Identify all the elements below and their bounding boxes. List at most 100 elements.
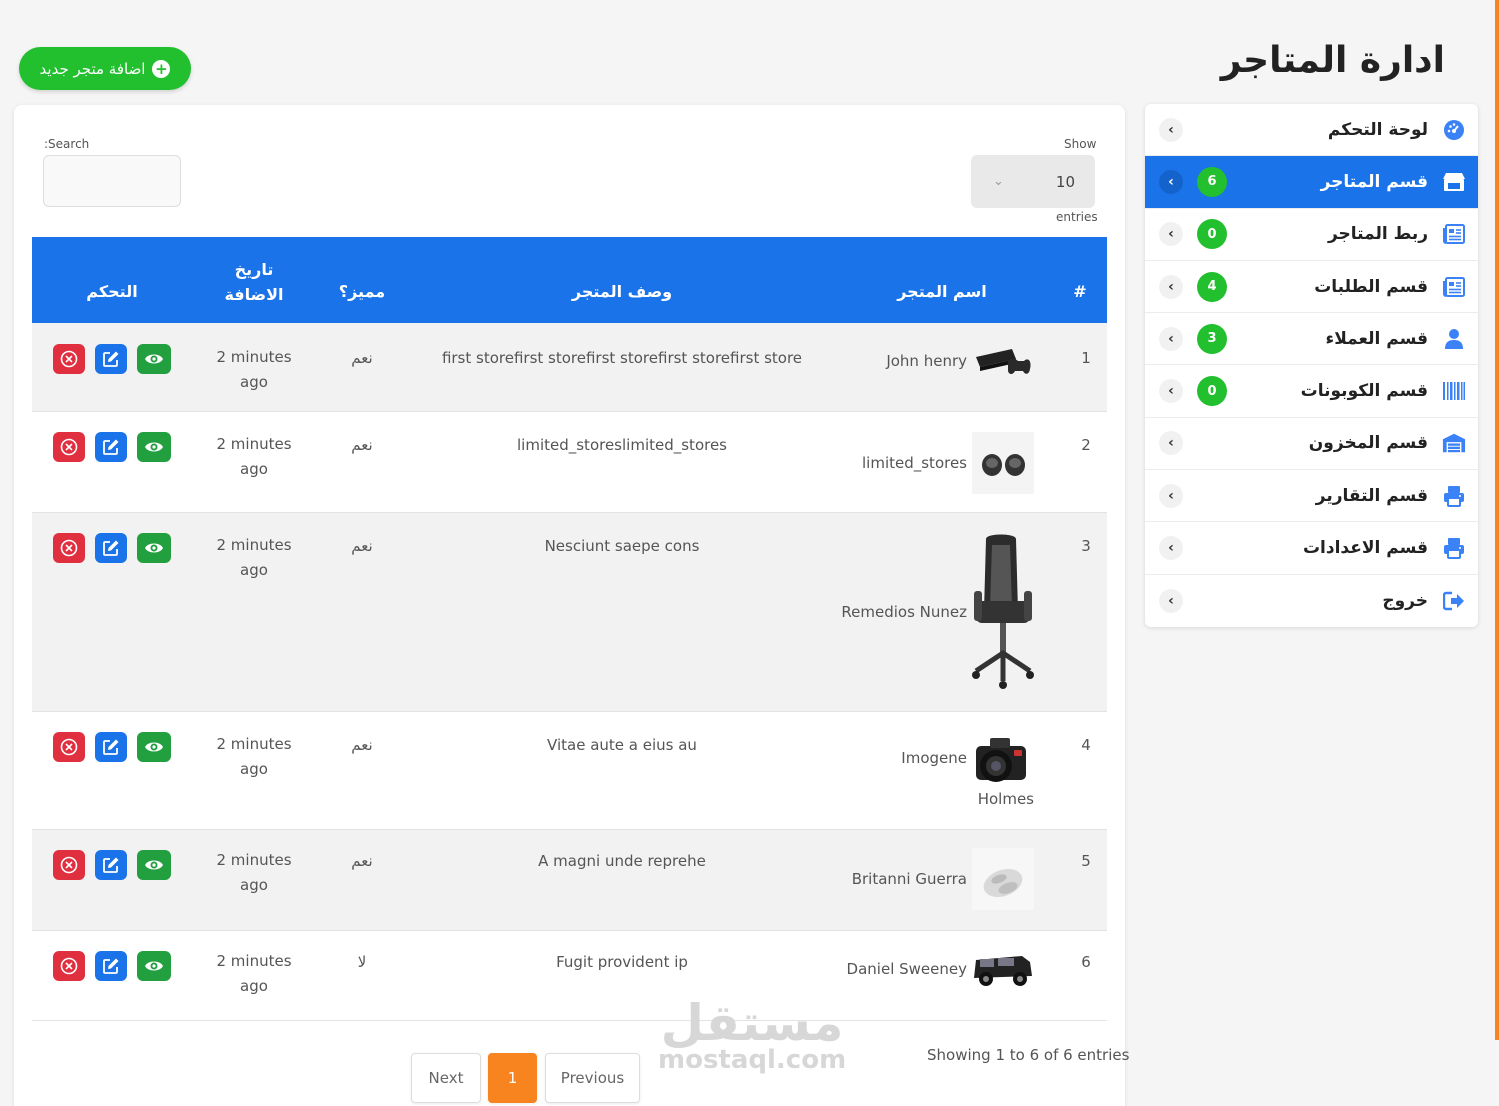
table-info: Showing 1 to 6 of 6 entries xyxy=(927,1046,1130,1064)
pagination-previous-button[interactable]: Previous xyxy=(545,1053,640,1103)
view-button[interactable] xyxy=(137,432,171,462)
row-actions xyxy=(53,344,171,374)
date-added-line2: ago xyxy=(240,460,268,478)
print-icon xyxy=(1442,484,1466,508)
pagination-next-button[interactable]: Next xyxy=(411,1053,481,1103)
sidebar-item-label: خروج xyxy=(1382,590,1428,611)
edit-button[interactable] xyxy=(95,951,127,981)
delete-button[interactable] xyxy=(53,951,85,981)
count-badge: 0 xyxy=(1197,219,1227,250)
chevron-left-icon[interactable]: ‹ xyxy=(1159,483,1183,508)
sidebar-item-7[interactable]: ‹ قسم التقارير xyxy=(1145,470,1478,523)
sidebar-item-5[interactable]: ‹ 0 قسم الكوبونات xyxy=(1145,365,1478,418)
table-row: 4 Imogene Holmes Vitae aute a eius au نعم 2 m… xyxy=(32,712,1107,830)
edit-icon xyxy=(102,856,120,874)
eye-icon xyxy=(144,541,164,555)
sidebar-item-label: قسم الطلبات xyxy=(1314,276,1428,297)
chevron-left-icon[interactable]: ‹ xyxy=(1159,222,1183,247)
newspaper-icon xyxy=(1442,222,1466,246)
edit-button[interactable] xyxy=(95,533,127,563)
view-button[interactable] xyxy=(137,344,171,374)
delete-button[interactable] xyxy=(53,533,85,563)
sidebar-item-right: قسم المخزون xyxy=(1309,431,1466,455)
store-name: Remedios Nunez xyxy=(841,603,967,621)
store-image xyxy=(972,732,1034,788)
date-added: 2 minutes ago xyxy=(204,533,304,583)
sidebar-item-1[interactable]: ‹ 6 قسم المتاجر xyxy=(1145,156,1478,209)
user-icon xyxy=(1442,327,1466,351)
chevron-left-icon[interactable]: ‹ xyxy=(1159,588,1183,613)
date-added-line1: 2 minutes xyxy=(216,435,292,453)
sidebar-item-9[interactable]: ‹ خروج xyxy=(1145,575,1478,627)
sidebar-item-left: ‹ xyxy=(1159,117,1183,142)
delete-button[interactable] xyxy=(53,732,85,762)
sidebar-item-left: ‹ xyxy=(1159,536,1183,561)
edit-button[interactable] xyxy=(95,344,127,374)
delete-button[interactable] xyxy=(53,344,85,374)
chevron-left-icon[interactable]: ‹ xyxy=(1159,274,1183,299)
store-description: Nesciunt saepe cons xyxy=(544,537,700,555)
chevron-left-icon[interactable]: ‹ xyxy=(1159,536,1183,561)
header-date-line2: الاضافة xyxy=(224,285,284,304)
sidebar-item-left: ‹ xyxy=(1159,431,1183,456)
table-row: 3 Remedios Nunez Nesciunt saepe cons نعم 2 m… xyxy=(32,513,1107,712)
plus-circle-icon: + xyxy=(152,59,171,78)
header-featured: مميز؟ xyxy=(338,282,386,301)
edit-button[interactable] xyxy=(95,850,127,880)
sidebar-item-6[interactable]: ‹ قسم المخزون xyxy=(1145,418,1478,471)
pagination-page-button[interactable]: 1 xyxy=(488,1053,537,1103)
entries-per-page-select[interactable]: ⌄ 10 xyxy=(971,155,1095,208)
chevron-down-icon: ⌄ xyxy=(993,174,1004,189)
chevron-left-icon[interactable]: ‹ xyxy=(1159,379,1183,404)
sidebar: ‹ لوحة التحكم ‹ 6 قسم المتاجر ‹ 0 ربط المتاجر ‹ 4… xyxy=(1145,104,1478,627)
view-button[interactable] xyxy=(137,850,171,880)
row-actions xyxy=(53,732,171,762)
sidebar-item-0[interactable]: ‹ لوحة التحكم xyxy=(1145,104,1478,157)
store-image xyxy=(972,848,1034,910)
sidebar-item-label: قسم التقارير xyxy=(1315,485,1428,506)
row-actions xyxy=(53,951,171,981)
sidebar-item-4[interactable]: ‹ 3 قسم العملاء xyxy=(1145,313,1478,366)
sidebar-item-left: ‹ 6 xyxy=(1159,166,1227,197)
store-description: first storefirst storefirst storefirst s… xyxy=(441,349,803,367)
store-name-line2: Holmes xyxy=(977,790,1034,808)
store-name: Britanni Guerra xyxy=(851,870,967,888)
sidebar-item-8[interactable]: ‹ قسم الاعدادات xyxy=(1145,522,1478,575)
chevron-left-icon[interactable]: ‹ xyxy=(1159,326,1183,351)
store-image xyxy=(972,948,1034,990)
store-name: Imogene xyxy=(901,749,967,767)
row-number: 1 xyxy=(1081,349,1091,367)
count-badge: 6 xyxy=(1197,166,1227,197)
sidebar-item-left: ‹ xyxy=(1159,483,1183,508)
sidebar-item-3[interactable]: ‹ 4 قسم الطلبات xyxy=(1145,261,1478,314)
sidebar-item-2[interactable]: ‹ 0 ربط المتاجر xyxy=(1145,209,1478,261)
store-name: John henry xyxy=(886,352,967,370)
chevron-left-icon[interactable]: ‹ xyxy=(1159,431,1183,456)
edit-icon xyxy=(102,738,120,756)
sidebar-item-label: ربط المتاجر xyxy=(1327,224,1428,245)
sidebar-item-right: قسم العملاء xyxy=(1326,327,1466,351)
view-button[interactable] xyxy=(137,732,171,762)
edit-button[interactable] xyxy=(95,732,127,762)
view-button[interactable] xyxy=(137,951,171,981)
sidebar-item-right: قسم التقارير xyxy=(1316,484,1466,508)
view-button[interactable] xyxy=(137,533,171,563)
featured-value: نعم xyxy=(351,349,373,367)
header-actions: التحكم xyxy=(86,282,138,301)
delete-button[interactable] xyxy=(53,850,85,880)
chevron-left-icon[interactable]: ‹ xyxy=(1159,169,1183,194)
header-name: اسم المتجر xyxy=(897,282,987,301)
close-circle-icon xyxy=(60,856,78,874)
chevron-left-icon[interactable]: ‹ xyxy=(1159,117,1183,142)
eye-icon xyxy=(144,440,164,454)
store-image xyxy=(972,345,1034,379)
search-input[interactable] xyxy=(43,155,181,207)
add-store-button[interactable]: + اضافة متجر جديد xyxy=(19,47,191,90)
count-badge: 3 xyxy=(1197,323,1227,354)
edit-button[interactable] xyxy=(95,432,127,462)
row-number: 3 xyxy=(1081,537,1091,555)
date-added-line2: ago xyxy=(240,373,268,391)
delete-button[interactable] xyxy=(53,432,85,462)
close-circle-icon xyxy=(60,957,78,975)
row-number: 4 xyxy=(1081,736,1091,754)
